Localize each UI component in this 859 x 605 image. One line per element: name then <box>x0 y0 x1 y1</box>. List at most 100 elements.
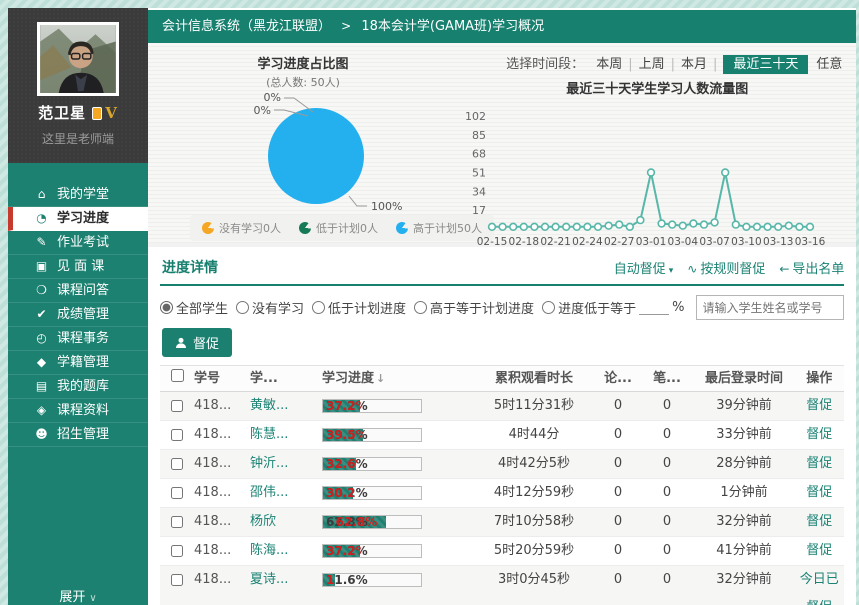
svg-text:68: 68 <box>472 148 486 161</box>
breadcrumb-separator: > <box>341 19 351 33</box>
time-option-2[interactable]: 本月 <box>681 57 707 72</box>
table-row: 418...邵伟...30.2%30.2%4时12分59秒001分钟前督促 <box>160 479 844 508</box>
filter-radio[interactable] <box>236 301 249 314</box>
line-chart: 173451688510202-1502-1802-2102-2402-2703… <box>458 97 856 259</box>
sidebar-item-label: 学籍管理 <box>57 355 109 370</box>
last-login: 41分钟前 <box>694 537 794 565</box>
time-option-3[interactable]: 最近三十天 <box>723 55 808 74</box>
col-forum: 论... <box>596 366 640 391</box>
sidebar-item-my-classroom[interactable]: ⌂我的学堂 <box>8 183 148 207</box>
row-checkbox[interactable] <box>171 545 183 557</box>
supervise-link[interactable]: 督促 <box>794 421 844 449</box>
sidebar: 范卫星V 这里是老师端 ⌂我的学堂◔学习进度✎作业考试▣见 面 课❍课程问答✔成… <box>8 8 148 605</box>
last-login: 28分钟前 <box>694 450 794 478</box>
sidebar-item-grade-management[interactable]: ✔成绩管理 <box>8 303 148 327</box>
filter-radio[interactable] <box>414 301 427 314</box>
time-option-1[interactable]: 上周 <box>639 57 665 72</box>
notes-count: 0 <box>640 537 694 565</box>
chevron-down-icon: ∨ <box>89 593 96 604</box>
progress-bar: 62.8%62.8% <box>322 508 472 529</box>
profile-subtitle: 这里是老师端 <box>8 130 148 147</box>
supervise-link[interactable]: 督促 <box>794 537 844 565</box>
student-name-link[interactable]: 夏诗... <box>250 566 322 594</box>
time-option-separator: | <box>713 57 717 72</box>
sidebar-item-label: 见 面 课 <box>57 259 104 274</box>
table-body: 418...黄敏...37.2%37.2%5时11分31秒0039分钟前督促41… <box>160 392 844 605</box>
filter-option-2[interactable]: 低于计划进度 <box>312 298 406 317</box>
last-login: 32分钟前 <box>694 508 794 536</box>
sidebar-item-meeting-class[interactable]: ▣见 面 课 <box>8 255 148 279</box>
filter-row: 全部学生没有学习低于计划进度高于等于计划进度进度低于等于% <box>160 295 844 320</box>
row-checkbox[interactable] <box>171 400 183 412</box>
time-option-4[interactable]: 任意 <box>816 57 842 72</box>
col-progress[interactable]: 学习进度↓ <box>322 366 472 391</box>
row-checkbox[interactable] <box>171 458 183 470</box>
row-checkbox[interactable] <box>171 574 183 586</box>
legend-item-1[interactable]: 低于计划0人 <box>299 220 378 236</box>
last-login: 33分钟前 <box>694 421 794 449</box>
student-name-link[interactable]: 钟沂... <box>250 450 322 478</box>
supervise-link[interactable]: 督促 <box>794 479 844 507</box>
svg-text:02-27: 02-27 <box>604 236 635 248</box>
row-checkbox[interactable] <box>171 516 183 528</box>
sidebar-item-homework-exam[interactable]: ✎作业考试 <box>8 231 148 255</box>
filter-radio[interactable] <box>542 301 555 314</box>
profile-name-row: 范卫星V <box>8 102 148 123</box>
progress-details-section: 进度详情 自动督促▾ ∿按规则督促 ←导出名单 全部学生没有学习低于计划进度高于… <box>148 247 856 605</box>
sidebar-item-student-records[interactable]: ◆学籍管理 <box>8 351 148 375</box>
app-window: 范卫星V 这里是老师端 ⌂我的学堂◔学习进度✎作业考试▣见 面 课❍课程问答✔成… <box>8 8 843 605</box>
col-watch-time: 累积观看时长 <box>472 366 596 391</box>
legend-item-0[interactable]: 没有学习0人 <box>202 220 281 236</box>
homework-exam-icon: ✎ <box>34 231 49 254</box>
watch-time: 3时0分45秒 <box>472 566 596 594</box>
percent-threshold-input[interactable] <box>639 300 669 315</box>
filter-option-4[interactable]: 进度低于等于% <box>542 298 684 317</box>
filter-option-3[interactable]: 高于等于计划进度 <box>414 298 534 317</box>
sidebar-item-course-qa[interactable]: ❍课程问答 <box>8 279 148 303</box>
sidebar-item-label: 课程事务 <box>57 331 109 346</box>
filter-radio[interactable] <box>312 301 325 314</box>
student-name-link[interactable]: 黄敏... <box>250 392 322 420</box>
sidebar-item-course-affairs[interactable]: ◴课程事务 <box>8 327 148 351</box>
row-checkbox[interactable] <box>171 429 183 441</box>
sidebar-item-admissions[interactable]: ☻招生管理 <box>8 423 148 447</box>
student-name-link[interactable]: 陈慧... <box>250 421 322 449</box>
supervise-link[interactable]: 督促 <box>794 450 844 478</box>
pulse-icon: ∿ <box>687 262 697 276</box>
student-name-link[interactable]: 陈海... <box>250 537 322 565</box>
time-option-0[interactable]: 本周 <box>596 57 622 72</box>
progress-bar: 11.6%11.6% <box>322 566 472 587</box>
filter-radio[interactable] <box>160 301 173 314</box>
forum-count: 0 <box>596 537 640 565</box>
search-input[interactable] <box>696 295 844 320</box>
export-list-link[interactable]: ←导出名单 <box>779 258 844 277</box>
col-action: 操作 <box>794 366 844 391</box>
forum-count: 0 <box>596 508 640 536</box>
student-name-link[interactable]: 杨欣 <box>250 508 322 536</box>
forum-count: 0 <box>596 566 640 594</box>
supervise-button[interactable]: 督促 <box>162 328 232 357</box>
supervise-by-rule-link[interactable]: ∿按规则督促 <box>687 258 765 277</box>
select-all-checkbox[interactable] <box>171 369 184 382</box>
svg-text:0%: 0% <box>254 104 271 117</box>
supervise-link[interactable]: 督促 <box>794 508 844 536</box>
row-checkbox[interactable] <box>171 487 183 499</box>
filter-option-1[interactable]: 没有学习 <box>236 298 304 317</box>
grade-management-icon: ✔ <box>34 303 49 326</box>
breadcrumb-root[interactable]: 会计信息系统（黑龙江联盟） <box>162 19 331 34</box>
sidebar-item-question-bank[interactable]: ▤我的题库 <box>8 375 148 399</box>
supervise-link[interactable]: 督促 <box>794 392 844 420</box>
svg-text:17: 17 <box>472 204 486 217</box>
auto-supervise-dropdown[interactable]: 自动督促▾ <box>614 258 674 277</box>
sidebar-item-course-materials[interactable]: ◈课程资料 <box>8 399 148 423</box>
forum-count: 0 <box>596 479 640 507</box>
sidebar-item-learning-progress[interactable]: ◔学习进度 <box>8 207 148 231</box>
charts-section: 学习进度占比图 (总人数: 50人) 0%0%100% 没有学习0人低于计划0人… <box>148 43 856 247</box>
filter-option-0[interactable]: 全部学生 <box>160 298 228 317</box>
student-name-link[interactable]: 邵伟... <box>250 479 322 507</box>
course-materials-icon: ◈ <box>34 399 49 422</box>
svg-text:100%: 100% <box>371 200 402 213</box>
sidebar-expand[interactable]: 展开∨ <box>8 586 148 605</box>
tab-progress-details[interactable]: 进度详情 <box>162 257 218 277</box>
pie-legend: 没有学习0人低于计划0人高于计划50人 <box>190 215 494 241</box>
